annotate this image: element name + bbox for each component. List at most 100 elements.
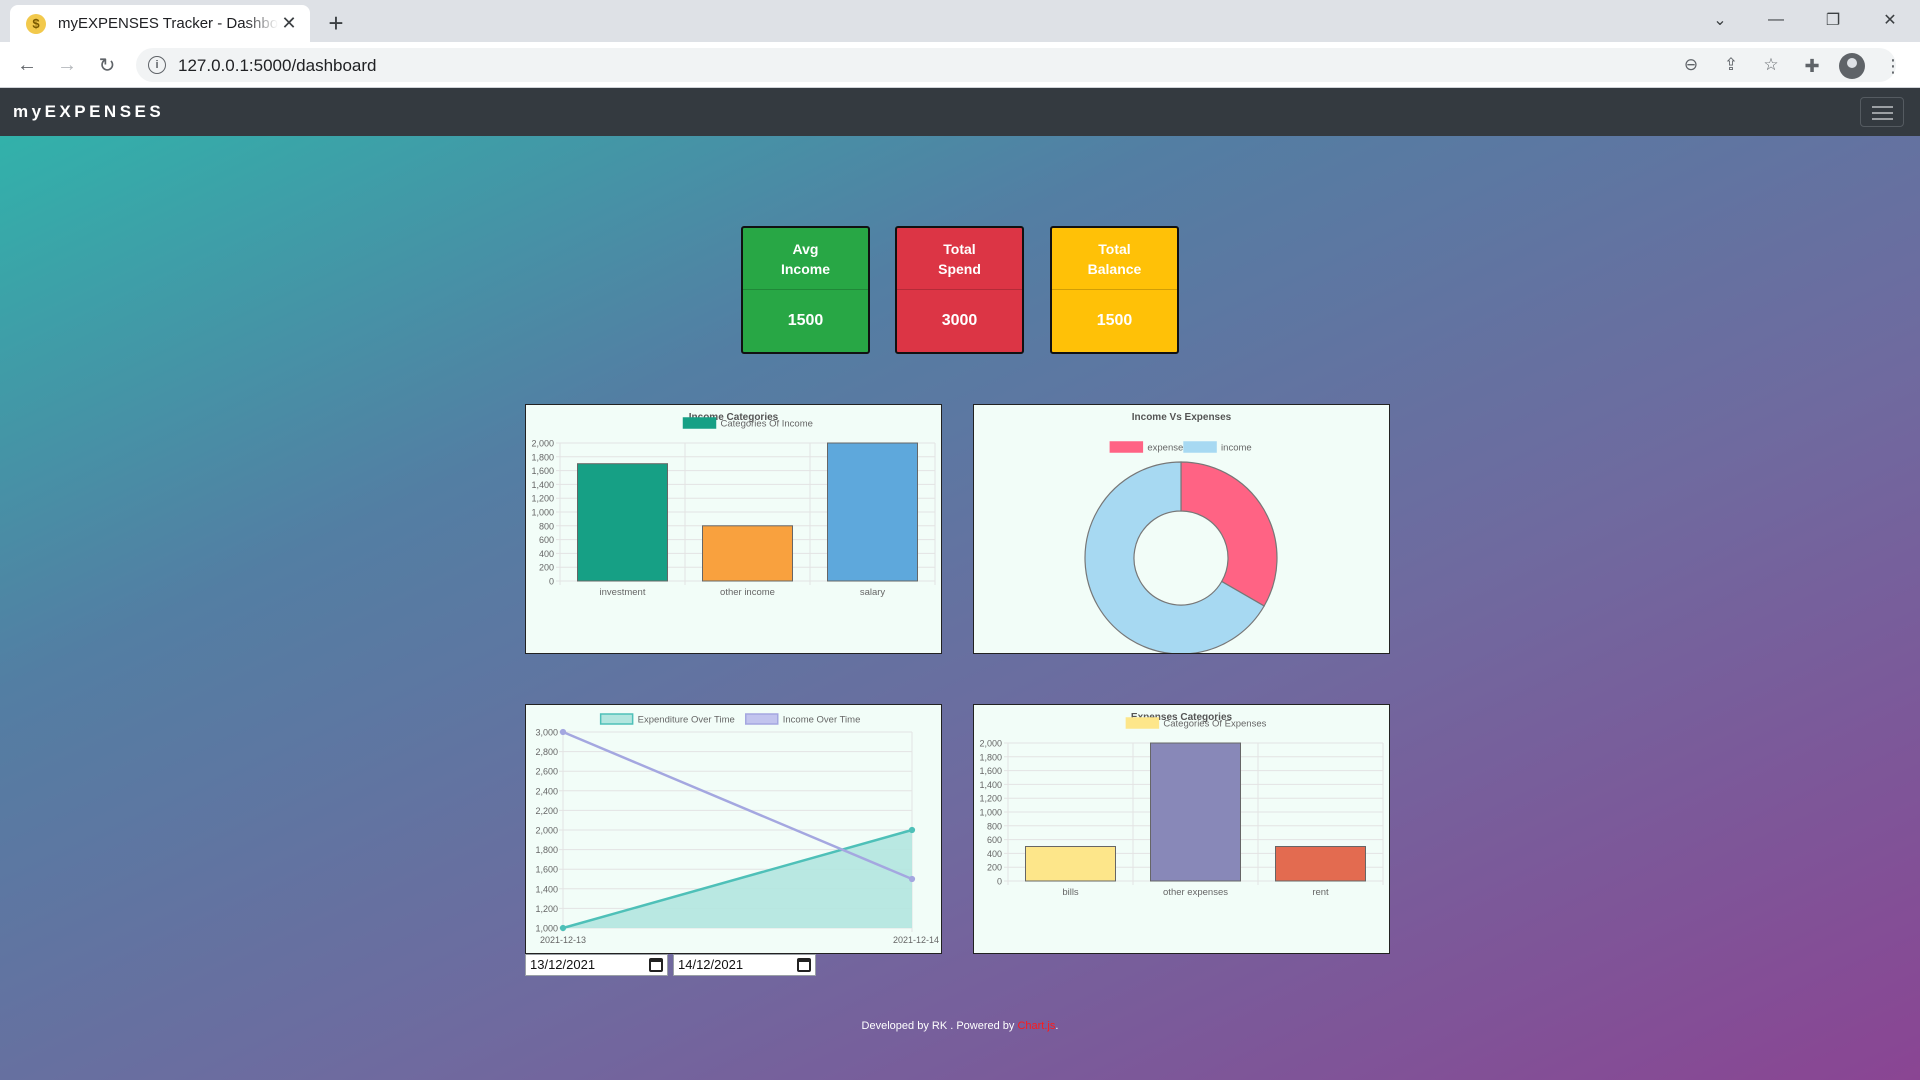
site-info-icon[interactable]: i <box>148 56 166 74</box>
navbar: myEXPENSES <box>0 88 1920 136</box>
stat-label: Avg Income <box>743 228 868 290</box>
legend-swatch <box>1109 441 1144 453</box>
bar-rent <box>1275 846 1366 882</box>
y-tick-label: 1,400 <box>979 780 1002 790</box>
legend-label: Income Over Time <box>783 715 861 726</box>
x-tick-label: 2021-12-14 <box>893 935 939 945</box>
x-tick-label: salary <box>860 587 886 598</box>
y-tick-label: 1,200 <box>531 494 554 504</box>
money-bag-icon: $ <box>26 13 46 34</box>
end-date-input[interactable]: 14/12/2021 <box>673 954 816 976</box>
hamburger-menu-icon[interactable] <box>1860 97 1904 127</box>
y-tick-label: 600 <box>539 535 554 545</box>
legend-label: Expenditure Over Time <box>638 715 735 726</box>
start-date-value: 13/12/2021 <box>530 957 596 972</box>
y-tick-label: 400 <box>987 849 1002 859</box>
tab-search-icon[interactable]: ⌄ <box>1692 0 1748 40</box>
bar-salary <box>827 442 918 582</box>
footer-suffix: . <box>1055 1020 1059 1032</box>
footer: Developed by RK . Powered by Chart.js. <box>0 1020 1920 1032</box>
browser-tabstrip: $ myEXPENSES Tracker - Dashboard ✕ + ⌄ —… <box>0 0 1920 42</box>
y-tick-label: 0 <box>997 877 1002 887</box>
expenses-categories-chart: Expenses Categories Categories Of Expense… <box>973 704 1390 954</box>
income-categories-chart: Income Categories Categories Of Income 0 20… <box>525 404 942 654</box>
footer-text: Developed by RK . Powered by <box>861 1020 1018 1032</box>
x-tick-label: other expenses <box>1163 887 1228 898</box>
end-date-value: 14/12/2021 <box>678 957 744 972</box>
y-tick-label: 1,200 <box>535 904 558 914</box>
y-tick-label: 1,000 <box>531 508 554 518</box>
y-tick-label: 2,000 <box>535 826 558 836</box>
y-tick-label: 1,600 <box>979 766 1002 776</box>
restore-icon[interactable]: ❐ <box>1805 0 1861 40</box>
stat-label: Total Balance <box>1052 228 1177 290</box>
reload-icon[interactable]: ↻ <box>93 51 121 79</box>
expenses-categories-svg: Expenses CategoriesCategories Of Expense… <box>979 712 1384 898</box>
tab-title: myEXPENSES Tracker - Dashboard <box>58 15 278 32</box>
legend-label: expense <box>1147 443 1183 454</box>
point <box>908 826 916 834</box>
profile-avatar[interactable] <box>1839 53 1865 79</box>
y-tick-label: 200 <box>987 863 1002 873</box>
y-tick-label: 600 <box>987 835 1002 845</box>
share-icon[interactable]: ⇪ <box>1718 54 1744 76</box>
point <box>908 875 916 883</box>
minimize-icon[interactable]: — <box>1748 0 1804 40</box>
x-tick-label: rent <box>1312 887 1329 898</box>
browser-tab[interactable]: $ myEXPENSES Tracker - Dashboard ✕ <box>10 5 310 42</box>
y-tick-label: 1,600 <box>535 865 558 875</box>
over-time-svg: Expenditure Over Time Income Over Time 1,0… <box>535 713 939 945</box>
start-date-input[interactable]: 13/12/2021 <box>525 954 668 976</box>
y-tick-label: 1,200 <box>979 794 1002 804</box>
slice-expense <box>1180 461 1278 607</box>
calendar-icon[interactable] <box>797 958 811 972</box>
y-tick-label: 1,400 <box>535 884 558 894</box>
address-bar[interactable]: i 127.0.0.1:5000/dashboard ⊖ ⇪ ☆ <box>136 48 1896 82</box>
y-tick-label: 1,000 <box>535 924 558 934</box>
close-tab-icon[interactable]: ✕ <box>278 13 300 35</box>
total-spend-card: Total Spend 3000 <box>895 226 1024 354</box>
bar-bills <box>1025 846 1116 882</box>
y-tick-label: 1,800 <box>531 452 554 462</box>
y-tick-label: 3,000 <box>535 728 558 738</box>
x-tick-label: other income <box>720 587 775 598</box>
zoom-icon[interactable]: ⊖ <box>1678 54 1704 76</box>
legend-swatch <box>682 417 717 429</box>
legend-label: Categories Of Expenses <box>1163 719 1266 730</box>
forward-icon[interactable]: → <box>53 51 81 79</box>
chartjs-link[interactable]: Chart.js <box>1017 1020 1055 1032</box>
y-tick-label: 200 <box>539 563 554 573</box>
y-tick-label: 800 <box>539 521 554 531</box>
x-tick-label: investment <box>600 587 646 598</box>
legend-swatch <box>745 713 779 725</box>
legend-label: income <box>1221 443 1252 454</box>
x-tick-label: bills <box>1062 887 1079 898</box>
url-text[interactable]: 127.0.0.1:5000/dashboard <box>178 56 377 76</box>
income-categories-svg: Income CategoriesCategories Of Income020… <box>531 412 936 598</box>
y-tick-label: 2,200 <box>535 806 558 816</box>
bar-other-income <box>702 525 793 582</box>
brand-logo[interactable]: myEXPENSES <box>13 102 164 122</box>
bookmark-star-icon[interactable]: ☆ <box>1758 54 1784 76</box>
legend-label: Categories Of Income <box>721 419 813 430</box>
y-tick-label: 2,000 <box>979 739 1002 749</box>
x-tick-label: 2021-12-13 <box>540 935 586 945</box>
legend-swatch <box>1125 717 1160 729</box>
line-income <box>562 730 913 881</box>
menu-kebab-icon[interactable]: ⋮ <box>1880 53 1906 79</box>
stat-label: Total Spend <box>897 228 1022 290</box>
app-page: myEXPENSES Avg Income 1500 Total Spend 3… <box>0 88 1920 1080</box>
total-balance-card: Total Balance 1500 <box>1050 226 1179 354</box>
calendar-icon[interactable] <box>649 958 663 972</box>
chart-title: Income Vs Expenses <box>1132 412 1232 423</box>
close-window-icon[interactable]: ✕ <box>1862 0 1918 40</box>
income-vs-expenses-chart: Income Vs Expenses expense income <box>973 404 1390 654</box>
back-icon[interactable]: ← <box>13 51 41 79</box>
extensions-icon[interactable]: ✚ <box>1799 53 1825 79</box>
over-time-chart: Expenditure Over Time Income Over Time 1,0… <box>525 704 942 954</box>
income-vs-expenses-svg: Income Vs Expenses expense income <box>1084 412 1278 653</box>
avg-income-card: Avg Income 1500 <box>741 226 870 354</box>
new-tab-icon[interactable]: + <box>322 8 350 38</box>
y-tick-label: 800 <box>987 821 1002 831</box>
y-tick-label: 2,000 <box>531 439 554 449</box>
